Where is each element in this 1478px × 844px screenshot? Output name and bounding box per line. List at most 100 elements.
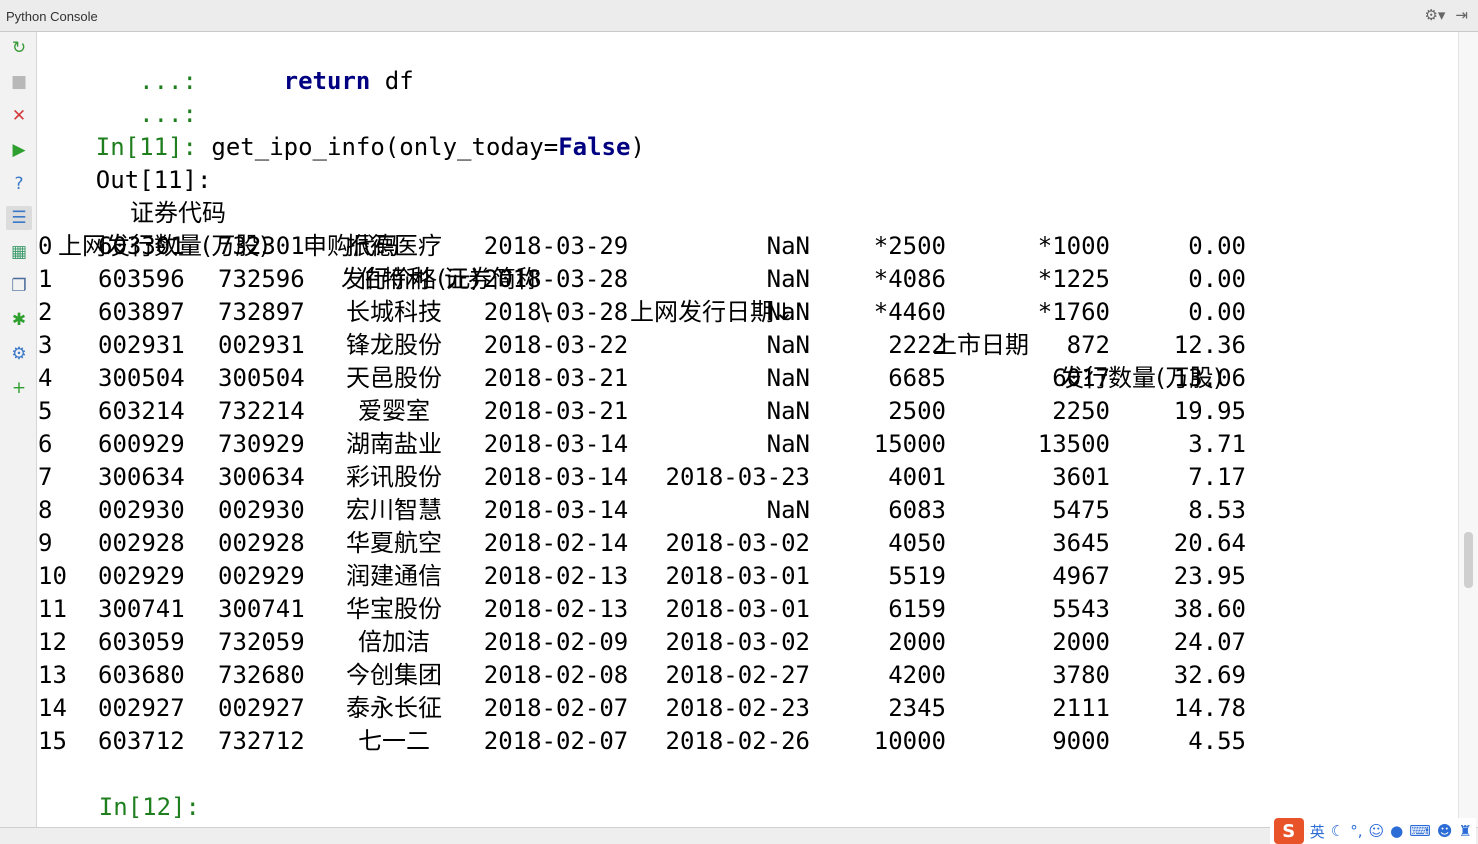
history-icon[interactable]: ❐: [6, 274, 32, 298]
scrollbar-thumb[interactable]: [1464, 532, 1473, 588]
table-cell: 泰永长征: [346, 694, 442, 722]
vertical-scrollbar[interactable]: [1458, 32, 1478, 827]
shirt-icon[interactable]: ♜: [1459, 822, 1472, 840]
table-cell: 0.00: [1188, 232, 1246, 260]
table-cell: 宏川智慧: [346, 496, 442, 524]
gear-icon[interactable]: ⚙▾: [1424, 6, 1445, 24]
table-cell: 300504: [98, 364, 185, 392]
mic-icon[interactable]: ●: [1390, 822, 1403, 840]
table-cell: 002930: [218, 496, 305, 524]
emoji-icon[interactable]: ☺: [1369, 822, 1385, 840]
table-cell: 爱婴室: [358, 397, 430, 425]
table-cell: 3780: [1052, 661, 1110, 689]
stop-icon[interactable]: ■: [6, 70, 32, 94]
table-cell: 2018-02-09: [483, 628, 629, 656]
titlebar-tools: ⚙▾ ⇥: [1424, 6, 1468, 24]
table-cell: 2000: [888, 628, 946, 656]
table-row: 11 300741 300741 华宝股份 2018-02-13 2018-03-01 61…: [38, 593, 1458, 626]
table-cell: 2018-03-02: [665, 628, 811, 656]
help-icon[interactable]: ?: [6, 172, 32, 196]
table-cell: 300634: [98, 463, 185, 491]
settings-list-icon[interactable]: ☰: [6, 206, 32, 230]
table-cell: 2018-03-23: [665, 463, 811, 491]
table-cell: 732596: [218, 265, 305, 293]
table-cell: 锋龙股份: [346, 331, 442, 359]
table-cell: 2018-03-01: [665, 595, 811, 623]
table-cell: 12.36: [1173, 331, 1246, 359]
table-header-2: 上网发行数量(万股) 发行价格(元) \: [38, 197, 1458, 326]
debug-icon[interactable]: ✱: [6, 308, 32, 332]
input-line: In[11]: get_ipo_info(only_today=False): [38, 98, 645, 161]
row-index: 15: [38, 727, 67, 755]
table-cell: 2018-02-14: [483, 529, 629, 557]
table-cell: 732301: [218, 232, 305, 260]
console-toolbar: ↻ ■ ✕ ▶? ☰ ▦ ❐ ✱ ⚙ +: [0, 32, 37, 827]
table-cell: 002927: [98, 694, 185, 722]
table-cell: 6083: [888, 496, 946, 524]
table-cell: 732712: [218, 727, 305, 755]
table-cell: 15000: [873, 430, 946, 458]
table-cell: 603059: [98, 628, 185, 656]
hide-icon[interactable]: ⇥: [1455, 6, 1468, 24]
table-cell: 0.00: [1188, 265, 1246, 293]
table-cell: NaN: [766, 496, 810, 524]
add-icon[interactable]: +: [6, 376, 32, 400]
row-index: 13: [38, 661, 67, 689]
execute-icon[interactable]: ▶: [6, 138, 32, 162]
table-cell: 彩讯股份: [346, 463, 442, 491]
table-cell: 38.60: [1173, 595, 1246, 623]
ime-toolbar: S 英 ☾ °, ☺ ● ⌨ ☻ ♜: [1269, 818, 1476, 844]
table-cell: 4.55: [1188, 727, 1246, 755]
table-cell: 2018-03-28: [483, 265, 629, 293]
row-index: 5: [38, 397, 53, 425]
table-cell: 600929: [98, 430, 185, 458]
punctuation-icon[interactable]: °,: [1350, 822, 1362, 840]
table-cell: 2018-02-13: [483, 595, 629, 623]
show-variables-icon[interactable]: ▦: [6, 240, 32, 264]
table-cell: 2018-03-14: [483, 463, 629, 491]
table-cell: 002928: [218, 529, 305, 557]
table-cell: 七一二: [358, 727, 430, 755]
table-cell: 3.71: [1188, 430, 1246, 458]
settings-icon[interactable]: ⚙: [6, 342, 32, 366]
row-index: 2: [38, 298, 53, 326]
sogou-logo-icon[interactable]: S: [1273, 818, 1304, 844]
row-index: 6: [38, 430, 53, 458]
table-cell: 730929: [218, 430, 305, 458]
table-cell: 002929: [98, 562, 185, 590]
user-icon[interactable]: ☻: [1437, 822, 1453, 840]
row-index: 1: [38, 265, 53, 293]
moon-icon[interactable]: ☾: [1331, 822, 1344, 840]
table-cell: 732680: [218, 661, 305, 689]
table-row: 14 002927 002927 泰永长征 2018-02-07 2018-02-23 23…: [38, 692, 1458, 725]
table-cell: 润建通信: [346, 562, 442, 590]
table-cell: 2018-03-14: [483, 430, 629, 458]
table-cell: 002928: [98, 529, 185, 557]
table-cell: 2018-03-21: [483, 364, 629, 392]
close-icon[interactable]: ✕: [6, 104, 32, 128]
console-output[interactable]: ...: return df ...: In[11]: get_ipo_info…: [38, 32, 1458, 827]
code-line: ...:: [38, 65, 197, 128]
output-line: Out[11]:: [38, 131, 212, 194]
next-input-line[interactable]: In[12]:: [41, 758, 200, 821]
horizontal-scrollbar[interactable]: [0, 827, 1478, 844]
table-cell: 7.17: [1188, 463, 1246, 491]
table-cell: 5475: [1052, 496, 1110, 524]
table-cell: 603596: [98, 265, 185, 293]
lang-toggle[interactable]: 英: [1310, 821, 1325, 842]
table-cell: 002927: [218, 694, 305, 722]
table-row: 13 603680 732680 今创集团 2018-02-08 2018-02-27 42…: [38, 659, 1458, 692]
table-cell: 732059: [218, 628, 305, 656]
table-cell: 4050: [888, 529, 946, 557]
row-index: 7: [38, 463, 53, 491]
table-cell: 10000: [873, 727, 946, 755]
rerun-icon[interactable]: ↻: [6, 36, 32, 60]
table-cell: 4967: [1052, 562, 1110, 590]
keyboard-icon[interactable]: ⌨: [1409, 822, 1431, 840]
table-cell: 2018-02-23: [665, 694, 811, 722]
row-index: 0: [38, 232, 53, 260]
table-cell: 603301: [98, 232, 185, 260]
table-cell: 13500: [1037, 430, 1110, 458]
row-index: 10: [38, 562, 67, 590]
table-cell: 2000: [1052, 628, 1110, 656]
